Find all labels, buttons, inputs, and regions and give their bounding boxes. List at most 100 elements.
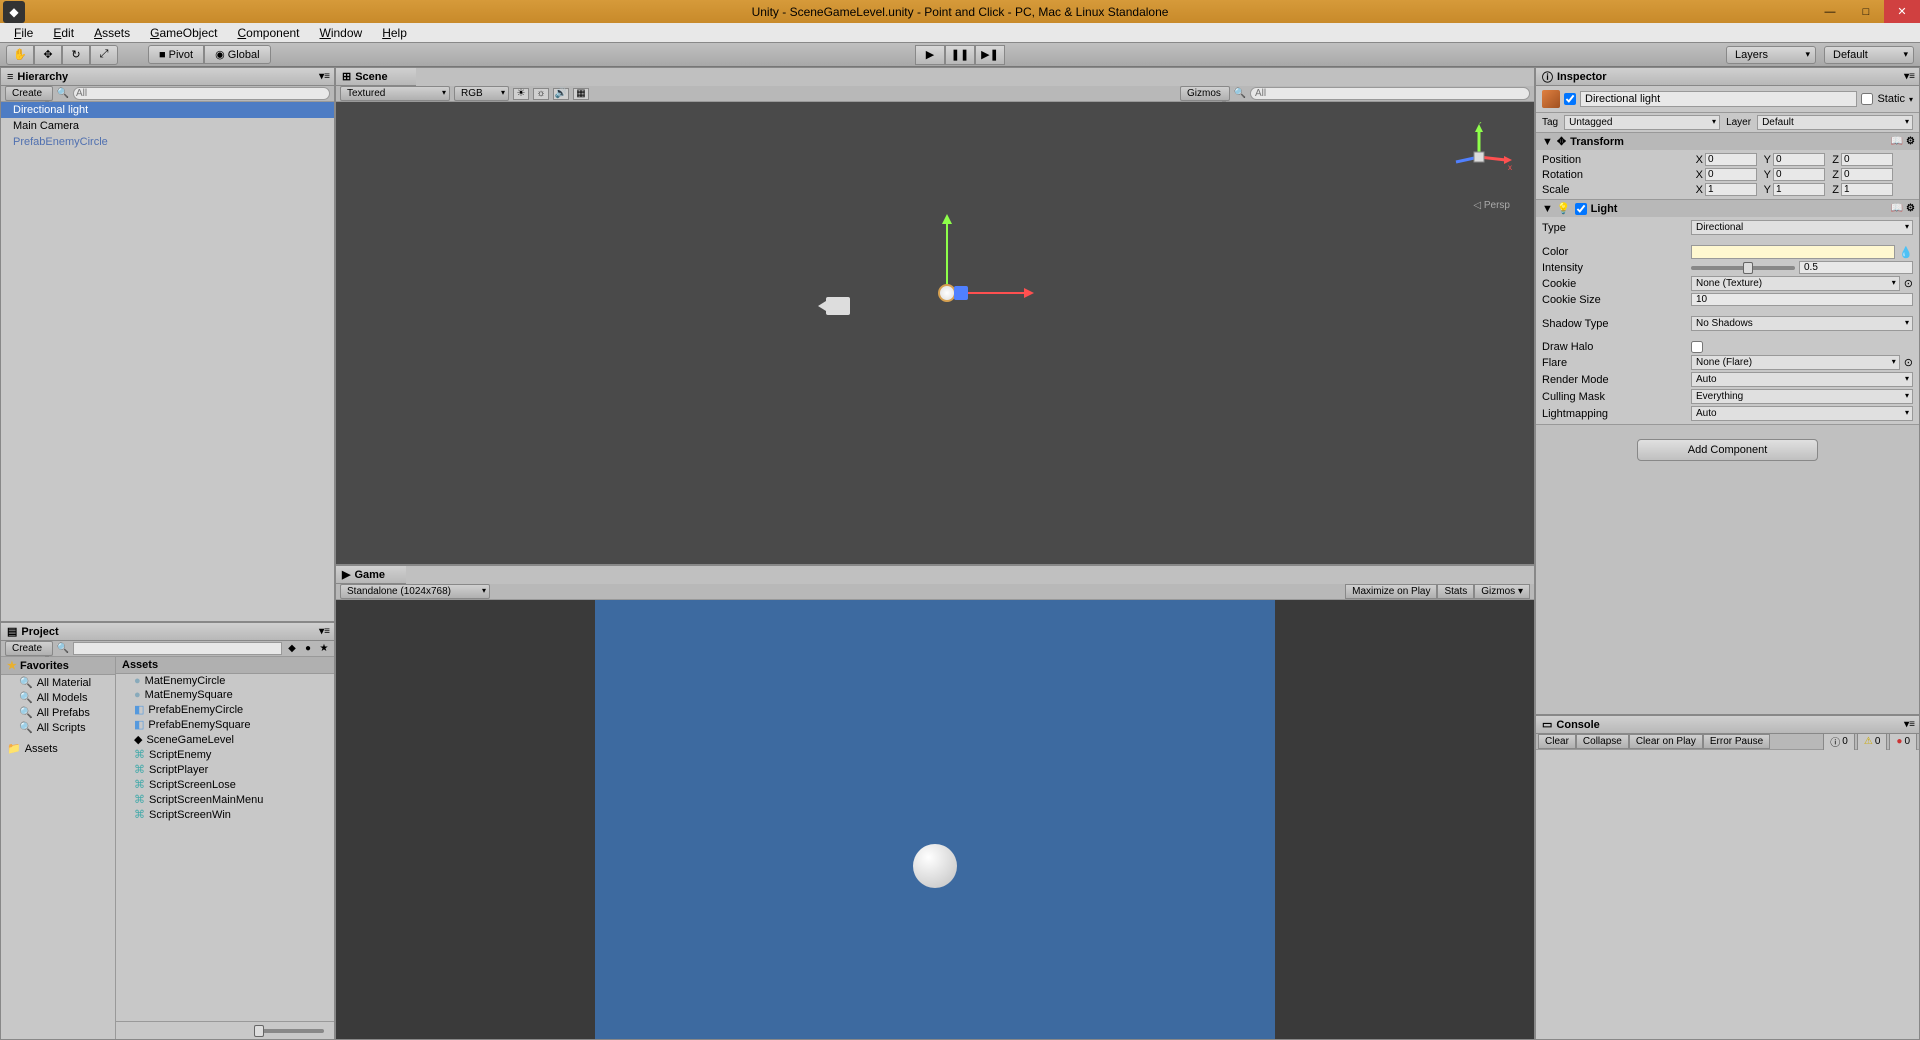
intensity-slider[interactable] [1691,266,1795,270]
color-picker-icon[interactable]: 💧 [1899,246,1913,259]
hierarchy-tab[interactable]: ≡ Hierarchy ▾≡ [1,68,334,86]
add-component-button[interactable]: Add Component [1637,439,1819,461]
position-z-input[interactable] [1841,153,1893,166]
asset-item[interactable]: ◧PrefabEnemyCircle [116,702,334,717]
error-count-toggle[interactable]: ●0 [1889,732,1917,751]
foldout-icon[interactable]: ▼ [1542,203,1553,215]
minimize-button[interactable]: — [1812,0,1848,23]
scene-render-dropdown[interactable]: RGB [454,86,509,101]
asset-item[interactable]: ⌘ScriptScreenMainMenu [116,792,334,807]
hierarchy-item[interactable]: Main Camera [1,118,334,134]
menu-assets[interactable]: Assets [84,24,140,42]
panel-options-icon[interactable]: ▾≡ [1904,719,1915,730]
project-tab[interactable]: ▤ Project ▾≡ [1,623,334,641]
intensity-input[interactable] [1799,261,1913,274]
menu-file[interactable]: File [4,24,43,42]
layer-dropdown[interactable]: Default [1757,115,1913,130]
gameobject-icon[interactable] [1542,90,1560,108]
inspector-tab[interactable]: ⓘ Inspector ▾≡ [1536,68,1919,86]
scene-viewport[interactable]: y x ◁ Persp [336,102,1534,564]
hierarchy-list[interactable]: Directional light Main Camera PrefabEnem… [1,102,334,621]
light-color-picker[interactable] [1691,245,1895,259]
console-clear-button[interactable]: Clear [1538,734,1576,749]
scale-z-input[interactable] [1841,183,1893,196]
component-help-icon[interactable]: 📖 ⚙ [1891,136,1915,147]
camera-gizmo-icon[interactable] [826,297,850,315]
cookie-field[interactable]: None (Texture) [1691,276,1900,291]
scale-x-input[interactable] [1705,183,1757,196]
game-tab[interactable]: ▶ Game [336,566,406,584]
asset-item[interactable]: ⌘ScriptScreenWin [116,807,334,822]
favorite-item[interactable]: 🔍All Prefabs [1,705,115,720]
rotate-tool-button[interactable]: ↻ [62,45,90,65]
object-picker-icon[interactable]: ⊙ [1904,356,1913,369]
project-folders[interactable]: ★ Favorites 🔍All Material 🔍All Models 🔍A… [1,657,116,1039]
menu-gameobject[interactable]: GameObject [140,24,227,42]
maximize-on-play-toggle[interactable]: Maximize on Play [1345,584,1437,599]
label-filter-icon[interactable]: ● [302,643,314,655]
hierarchy-item[interactable]: Directional light [1,102,334,118]
position-y-input[interactable] [1773,153,1825,166]
asset-item[interactable]: ●MatEnemyCircle [116,674,334,688]
scene-fx-toggle[interactable]: ▦ [573,88,589,100]
gizmos-dropdown[interactable]: Gizmos [1180,86,1230,101]
game-viewport[interactable] [336,600,1534,1039]
cookie-size-input[interactable] [1691,293,1913,306]
panel-options-icon[interactable]: ▾≡ [319,71,330,82]
render-mode-dropdown[interactable]: Auto [1691,372,1913,387]
scene-light-toggle[interactable]: ☼ [533,88,549,100]
layers-dropdown[interactable]: Layers [1726,46,1816,64]
stats-toggle[interactable]: Stats [1437,584,1474,599]
hierarchy-item[interactable]: PrefabEnemyCircle [1,134,334,150]
maximize-button[interactable]: □ [1848,0,1884,23]
scale-y-input[interactable] [1773,183,1825,196]
step-button[interactable]: ▶❚ [975,45,1005,65]
hierarchy-search-input[interactable] [73,87,330,100]
move-tool-button[interactable]: ✥ [34,45,62,65]
close-button[interactable]: ✕ [1884,0,1920,23]
gameobject-name-input[interactable] [1580,91,1857,107]
scene-tab[interactable]: ⊞ Scene [336,68,416,86]
assets-folder[interactable]: 📁Assets [1,741,115,756]
thumbnail-size-slider[interactable] [254,1029,324,1033]
console-error-pause-toggle[interactable]: Error Pause [1703,734,1770,749]
culling-mask-dropdown[interactable]: Everything [1691,389,1913,404]
pause-button[interactable]: ❚❚ [945,45,975,65]
favorite-item[interactable]: 🔍All Models [1,690,115,705]
asset-item[interactable]: ◆SceneGameLevel [116,732,334,747]
tag-dropdown[interactable]: Untagged [1564,115,1720,130]
scene-shading-dropdown[interactable]: Textured [340,86,450,101]
static-checkbox[interactable] [1861,93,1873,105]
static-dropdown-icon[interactable]: ▾ [1909,95,1913,104]
pivot-toggle[interactable]: ■Pivot [148,45,204,64]
light-type-dropdown[interactable]: Directional [1691,220,1913,235]
warning-count-toggle[interactable]: ⚠0 [1857,732,1888,751]
favorite-filter-icon[interactable]: ★ [318,643,330,655]
panel-options-icon[interactable]: ▾≡ [1904,71,1915,82]
rotation-y-input[interactable] [1773,168,1825,181]
component-help-icon[interactable]: 📖 ⚙ [1891,203,1915,214]
shadow-type-dropdown[interactable]: No Shadows [1691,316,1913,331]
perspective-label[interactable]: ◁ Persp [1473,200,1510,211]
console-collapse-toggle[interactable]: Collapse [1576,734,1629,749]
menu-edit[interactable]: Edit [43,24,84,42]
position-x-input[interactable] [1705,153,1757,166]
asset-item[interactable]: ⌘ScriptEnemy [116,747,334,762]
asset-item[interactable]: ⌘ScriptPlayer [116,762,334,777]
info-count-toggle[interactable]: ⓘ0 [1823,732,1855,751]
draw-halo-checkbox[interactable] [1691,341,1703,353]
scene-2d-toggle[interactable]: ☀ [513,88,529,100]
game-aspect-dropdown[interactable]: Standalone (1024x768) [340,584,490,599]
scale-tool-button[interactable]: ⤢ [90,45,118,65]
layout-dropdown[interactable]: Default [1824,46,1914,64]
asset-item[interactable]: ◧PrefabEnemySquare [116,717,334,732]
project-search-input[interactable] [73,642,282,655]
lightmapping-dropdown[interactable]: Auto [1691,406,1913,421]
project-create-dropdown[interactable]: Create [5,641,53,656]
favorite-item[interactable]: 🔍All Material [1,675,115,690]
foldout-icon[interactable]: ▼ [1542,136,1553,148]
global-toggle[interactable]: ◉Global [204,45,270,64]
flare-field[interactable]: None (Flare) [1691,355,1900,370]
console-clear-on-play-toggle[interactable]: Clear on Play [1629,734,1703,749]
game-gizmos-dropdown[interactable]: Gizmos ▾ [1474,584,1530,599]
